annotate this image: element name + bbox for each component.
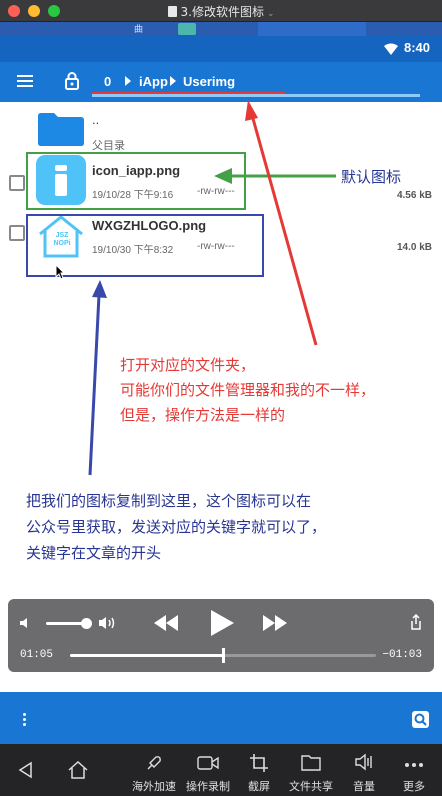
volume-high-icon[interactable] xyxy=(98,615,118,631)
volume-knob[interactable] xyxy=(80,618,92,629)
folder-share-icon xyxy=(301,755,321,771)
annotation-copy-icon: 把我们的图标复制到这里，这个图标可以在 公众号里获取，发送对应的关键字就可以了，… xyxy=(26,492,327,562)
file-size: 14.0 kB xyxy=(396,242,432,253)
emulator-toolbar: 海外加速 操作录制 截屏 文件共享 音量 更多 xyxy=(0,744,442,796)
more-dots-icon xyxy=(405,763,423,767)
breadcrumb-scrollbar[interactable] xyxy=(92,94,420,97)
search-icon xyxy=(414,713,427,726)
rewind-icon[interactable] xyxy=(153,614,179,632)
file-size: 4.56 kB xyxy=(396,190,432,201)
lock-icon[interactable] xyxy=(65,71,79,90)
back-icon xyxy=(18,761,32,779)
tab-fragment-label: 曲 xyxy=(134,24,144,34)
play-icon[interactable] xyxy=(209,609,235,637)
record-button[interactable]: 操作录制 xyxy=(182,744,234,796)
wifi-icon xyxy=(384,43,398,55)
elapsed-time: 01:05 xyxy=(20,649,54,661)
file-share-button[interactable]: 文件共享 xyxy=(284,744,338,796)
annotation-underline xyxy=(92,92,285,94)
mouse-cursor-icon xyxy=(55,264,65,280)
chevron-down-icon[interactable]: ⌄ xyxy=(267,9,275,19)
home-icon xyxy=(68,760,88,779)
back-button[interactable] xyxy=(8,744,44,796)
parent-directory-name: .. xyxy=(92,112,100,127)
file-checkbox[interactable] xyxy=(9,225,25,241)
default-icon-highlight-box xyxy=(26,152,246,210)
status-time: 8:40 xyxy=(403,40,430,55)
screenshot-button[interactable]: 截屏 xyxy=(240,744,278,796)
file-checkbox[interactable] xyxy=(9,175,25,191)
volume-button[interactable]: 音量 xyxy=(346,744,382,796)
home-button[interactable] xyxy=(58,744,98,796)
window-title: 3.修改软件图标 ⌄ xyxy=(0,3,442,20)
window-title-bar: 3.修改软件图标 ⌄ xyxy=(0,0,442,22)
speaker-icon xyxy=(355,753,372,771)
more-options-icon[interactable] xyxy=(23,713,26,727)
status-bar-top-strip: 曲 xyxy=(0,22,442,36)
app-tab-icon xyxy=(178,23,196,35)
video-camera-icon xyxy=(197,756,219,770)
tab-strip-highlight xyxy=(258,22,366,36)
media-player: 01:05 −01:03 xyxy=(8,599,434,672)
folder-icon xyxy=(38,113,84,146)
bottom-app-bar xyxy=(0,692,442,744)
crop-icon xyxy=(250,754,268,772)
volume-low-icon[interactable] xyxy=(19,616,33,630)
parent-directory-label: 父目录 xyxy=(92,140,125,152)
remaining-time: −01:03 xyxy=(382,649,422,661)
breadcrumb-separator-icon xyxy=(170,76,176,86)
status-bar: 曲 8:40 xyxy=(0,22,442,62)
breadcrumb-separator-icon xyxy=(125,76,131,86)
seek-bar-progress xyxy=(70,654,223,657)
share-icon[interactable] xyxy=(410,614,422,630)
menu-icon[interactable] xyxy=(17,75,33,88)
annotation-default-icon: 默认图标 xyxy=(341,168,402,186)
seek-knob[interactable] xyxy=(222,648,225,663)
breadcrumb-iapp[interactable]: iApp xyxy=(139,74,168,89)
fast-forward-icon[interactable] xyxy=(262,614,288,632)
annotation-open-folder: 打开对应的文件夹， 可能你们的文件管理器和我的不一样， 但是，操作方法是一样的 xyxy=(120,356,376,424)
breadcrumb-root[interactable]: 0 xyxy=(104,74,111,89)
overseas-accel-button[interactable]: 海外加速 xyxy=(126,744,182,796)
rocket-icon xyxy=(147,756,161,770)
more-button[interactable]: 更多 xyxy=(396,744,432,796)
breadcrumb-userimg[interactable]: Userimg xyxy=(183,74,235,89)
document-icon xyxy=(167,6,177,17)
search-button[interactable] xyxy=(412,711,429,728)
